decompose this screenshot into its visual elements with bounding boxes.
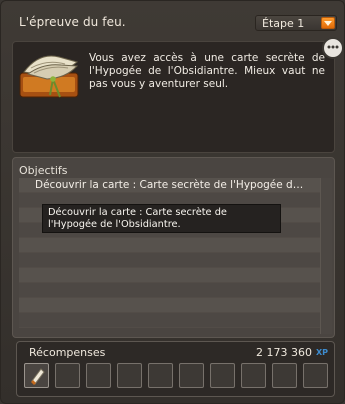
- objectives-scrollbar[interactable]: [320, 178, 332, 334]
- empty-row: [19, 283, 320, 298]
- reward-slot[interactable]: [86, 363, 111, 388]
- reward-slot[interactable]: [179, 363, 204, 388]
- scroll-icon: [31, 368, 45, 385]
- stage-select-value: Étape 1: [262, 17, 305, 30]
- more-button[interactable]: [322, 37, 344, 59]
- quest-header: L'épreuve du feu. Étape 1: [11, 7, 337, 39]
- more-icon: [327, 45, 339, 49]
- reward-slot[interactable]: [241, 363, 266, 388]
- xp-unit-label: XP: [315, 348, 328, 357]
- objective-tooltip: Découvrir la carte : Carte secrète de l'…: [42, 204, 281, 233]
- empty-row: [19, 253, 320, 268]
- chevron-down-icon: [324, 21, 332, 26]
- empty-row: [19, 298, 320, 313]
- reward-slot[interactable]: [117, 363, 142, 388]
- objective-text: Découvrir la carte : Carte secrète de l'…: [35, 179, 304, 191]
- empty-row: [19, 268, 320, 283]
- quest-description-text: Vous avez accès à une carte secrète de l…: [89, 52, 325, 90]
- reward-slot[interactable]: [148, 363, 173, 388]
- quest-title: L'épreuve du feu.: [19, 15, 126, 29]
- scroll-book-icon: [19, 48, 83, 102]
- stage-select[interactable]: Étape 1: [255, 15, 337, 31]
- reward-slot[interactable]: [303, 363, 328, 388]
- reward-slot[interactable]: [55, 363, 80, 388]
- empty-row: [19, 238, 320, 253]
- reward-slot[interactable]: [210, 363, 235, 388]
- empty-row: [19, 313, 320, 328]
- objectives-list: Découvrir la carte : Carte secrète de l'…: [19, 178, 320, 334]
- stage-select-toggle[interactable]: [321, 17, 335, 29]
- xp-value: 2 173 360: [256, 346, 312, 359]
- objectives-panel: Objectifs Découvrir la carte : Carte sec…: [12, 157, 335, 338]
- objective-row[interactable]: Découvrir la carte : Carte secrète de l'…: [19, 178, 320, 193]
- reward-slot[interactable]: [272, 363, 297, 388]
- reward-slot[interactable]: [24, 363, 49, 388]
- quest-description-panel: Vous avez accès à une carte secrète de l…: [12, 41, 335, 153]
- quest-window: L'épreuve du feu. Étape 1 Vous avez accè…: [0, 0, 345, 404]
- objectives-header: Objectifs: [19, 164, 329, 179]
- rewards-panel: Récompenses 2 173 360 XP: [16, 341, 335, 397]
- rewards-label: Récompenses: [29, 346, 106, 359]
- reward-slots: [24, 363, 330, 391]
